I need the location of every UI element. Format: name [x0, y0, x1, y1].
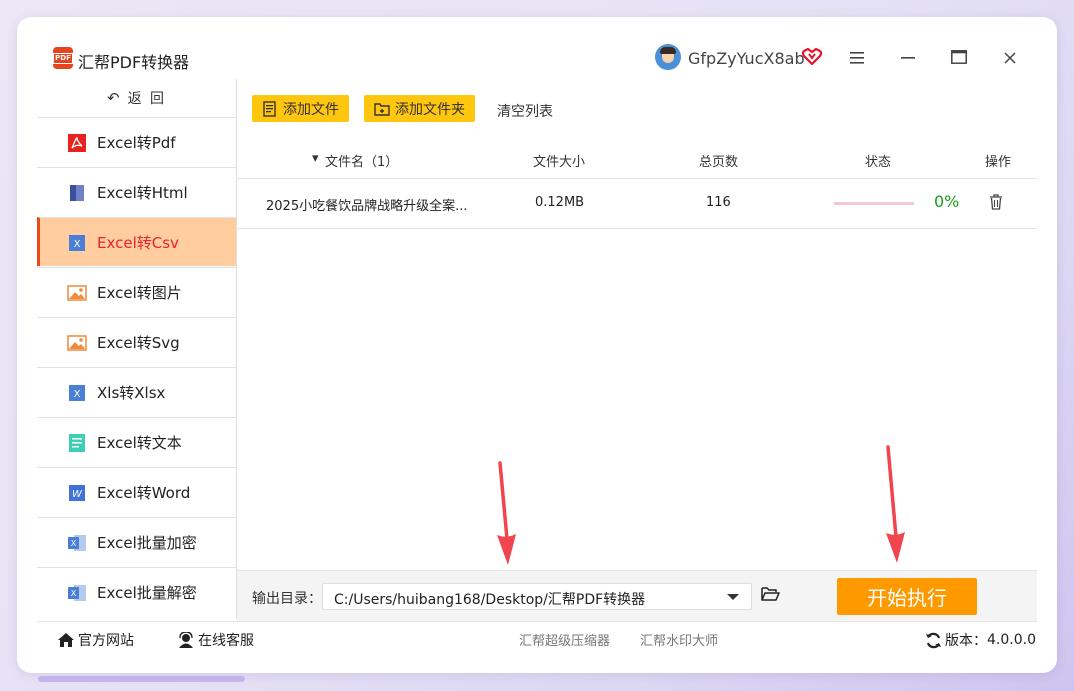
- sidebar-item-excel-html[interactable]: Excel转Html: [37, 167, 236, 216]
- sidebar-item-label: Excel转图片: [97, 284, 182, 302]
- website-label: 官方网站: [78, 633, 134, 649]
- progress-bar: [834, 202, 914, 205]
- output-dir-label: 输出目录：: [252, 591, 322, 607]
- home-icon: [58, 633, 74, 647]
- pdf-icon: [68, 134, 86, 152]
- svg-text:X: X: [71, 539, 77, 548]
- customer-service-icon: [179, 632, 193, 648]
- file-name: 2025小吃餐饮品牌战略升级全案...: [266, 199, 468, 214]
- sidebar-item-label: Excel转文本: [97, 434, 182, 452]
- add-folder-label: 添加文件夹: [395, 101, 465, 118]
- website-link[interactable]: 官方网站: [57, 630, 134, 650]
- title-bar: PDF 汇帮PDF转换器 GfpZyYucX8ab: [17, 17, 1057, 77]
- minimize-icon[interactable]: [901, 57, 915, 59]
- sidebar-item-label: Excel转Html: [97, 184, 188, 202]
- user-avatar[interactable]: [655, 44, 681, 70]
- back-label: 返 回: [127, 91, 167, 107]
- sidebar-item-label: Excel转Pdf: [97, 134, 176, 152]
- sidebar-item-excel-image[interactable]: Excel转图片: [37, 267, 236, 316]
- column-pages: 总页数: [699, 155, 739, 170]
- sidebar-item-label: Excel转Svg: [97, 334, 180, 352]
- column-size: 文件大小: [533, 155, 586, 170]
- sidebar: ↶ 返 回 Excel转Pdf Excel转Html X Excel转Csv E…: [37, 79, 237, 619]
- menu-icon[interactable]: [850, 52, 864, 64]
- service-label: 在线客服: [198, 633, 254, 649]
- file-size: 0.12MB: [535, 195, 585, 210]
- sidebar-item-label: Excel转Csv: [97, 234, 179, 252]
- add-file-label: 添加文件: [283, 101, 339, 118]
- sidebar-item-label: Excel转Word: [97, 484, 191, 502]
- sidebar-item-excel-pdf[interactable]: Excel转Pdf: [37, 117, 236, 166]
- sidebar-item-excel-svg[interactable]: Excel转Svg: [37, 317, 236, 366]
- chevron-down-icon: [727, 594, 739, 600]
- watermark-link[interactable]: 汇帮水印大师: [640, 630, 718, 649]
- sidebar-item-label: Excel批量加密: [97, 534, 197, 552]
- vip-heart-icon[interactable]: [802, 48, 822, 66]
- column-name[interactable]: 文件名（1）: [325, 151, 398, 170]
- sidebar-item-excel-text[interactable]: Excel转文本: [37, 417, 236, 466]
- svg-text:X: X: [74, 239, 81, 250]
- sidebar-item-label: Xls转Xlsx: [97, 384, 166, 402]
- output-dir-select[interactable]: C:/Users/huibang168/Desktop/汇帮PDF转换器: [322, 583, 752, 610]
- table-row[interactable]: 2025小吃餐饮品牌战略升级全案... 0.12MB 116 0%: [237, 178, 1037, 229]
- sidebar-item-label: Excel批量解密: [97, 584, 197, 602]
- sidebar-item-excel-encrypt[interactable]: X Excel批量加密: [37, 517, 236, 566]
- background-bar: [38, 676, 245, 682]
- sort-caret-icon[interactable]: ▾: [312, 151, 319, 166]
- xlsx-icon: X: [69, 385, 85, 401]
- excel-decrypt-icon: X: [68, 585, 86, 601]
- folder-open-icon[interactable]: [761, 586, 780, 602]
- version-label: 版本：: [945, 633, 987, 649]
- svg-text:X: X: [71, 589, 77, 598]
- back-button[interactable]: ↶ 返 回: [37, 79, 236, 117]
- output-dir-value: C:/Users/huibang168/Desktop/汇帮PDF转换器: [334, 592, 646, 608]
- service-link[interactable]: 在线客服: [177, 630, 254, 650]
- annotation-arrow: [497, 461, 516, 565]
- sidebar-item-xls-xlsx[interactable]: X Xls转Xlsx: [37, 367, 236, 416]
- add-folder-button[interactable]: 添加文件夹: [364, 95, 475, 122]
- html-icon: [70, 185, 84, 201]
- csv-icon: X: [69, 235, 85, 251]
- app-title: 汇帮PDF转换器: [78, 53, 190, 72]
- svg-text:X: X: [74, 389, 81, 400]
- file-table-header: ▾ 文件名（1） 文件大小 总页数 状态 操作: [237, 142, 1037, 179]
- refresh-icon: [926, 632, 941, 648]
- excel-encrypt-icon: X: [68, 535, 86, 551]
- page-count: 116: [706, 195, 731, 210]
- svg-icon: [67, 335, 87, 351]
- add-folder-icon: [374, 102, 390, 116]
- add-file-icon: [263, 100, 276, 117]
- delete-icon[interactable]: [989, 194, 1003, 210]
- app-window: PDF 汇帮PDF转换器 GfpZyYucX8ab ↶ 返 回 Excel转Pd…: [17, 17, 1057, 673]
- text-icon: [69, 434, 85, 452]
- close-icon[interactable]: [1004, 52, 1016, 64]
- clear-list-button[interactable]: 清空列表: [497, 101, 553, 121]
- annotation-arrow: [886, 445, 905, 563]
- sidebar-item-excel-decrypt[interactable]: X Excel批量解密: [37, 567, 236, 616]
- column-action: 操作: [985, 155, 1012, 170]
- sidebar-item-excel-word[interactable]: W Excel转Word: [37, 467, 236, 516]
- column-status: 状态: [865, 155, 892, 170]
- image-icon: [67, 285, 87, 301]
- progress-percent: 0%: [934, 192, 960, 211]
- add-file-button[interactable]: 添加文件: [252, 95, 349, 122]
- username[interactable]: GfpZyYucX8ab: [688, 49, 805, 68]
- word-icon: W: [69, 485, 85, 501]
- app-logo-icon: PDF: [53, 47, 73, 69]
- version-number: 4.0.0.0: [987, 632, 1036, 648]
- maximize-icon[interactable]: [951, 50, 967, 64]
- footer: 官方网站 在线客服 汇帮超级压缩器 汇帮水印大师 版本： 4.0.0.0: [37, 621, 1037, 656]
- back-arrow-icon: ↶: [106, 89, 122, 107]
- version-info[interactable]: 版本： 4.0.0.0: [925, 630, 1036, 650]
- svg-text:W: W: [72, 489, 83, 500]
- sidebar-item-excel-csv[interactable]: X Excel转Csv: [37, 217, 236, 266]
- start-button[interactable]: 开始执行: [837, 578, 977, 615]
- output-bar: 输出目录： C:/Users/huibang168/Desktop/汇帮PDF转…: [237, 570, 1037, 621]
- compress-link[interactable]: 汇帮超级压缩器: [519, 630, 610, 649]
